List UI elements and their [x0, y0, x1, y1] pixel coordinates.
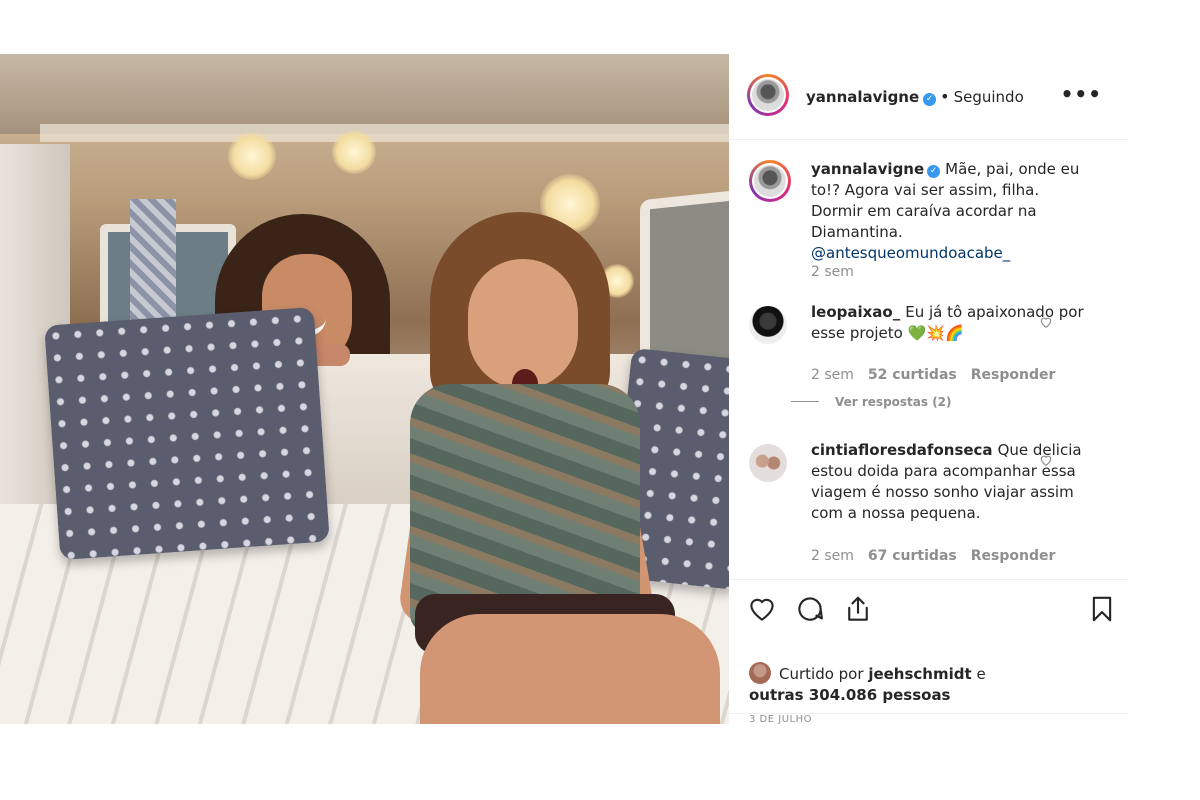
post-side-panel: yannalavigne ✓ • Seguindo ••• yannalavigne ✓… [729, 54, 1128, 725]
comment-item: cintiafloresdafonseca Que delicia estou d… [749, 440, 1089, 590]
caption-meta: 2 sem [811, 264, 868, 280]
photo-pillow-left [44, 306, 330, 561]
comment-likes[interactable]: 52 curtidas [868, 367, 957, 383]
post-header: yannalavigne ✓ • Seguindo ••• [729, 54, 1128, 140]
avatar-image [754, 165, 786, 197]
comment-like-heart-icon[interactable] [1039, 453, 1053, 467]
post-date[interactable]: 3 DE JULHO [749, 714, 812, 725]
photo-ceiling-strip [40, 124, 729, 142]
comment-time[interactable]: 2 sem [811, 548, 854, 564]
view-replies-button[interactable]: Ver respostas (2) [791, 395, 952, 409]
comment-emojis: 💚💥🌈 [907, 324, 964, 342]
follow-status-button[interactable]: Seguindo [954, 88, 1024, 106]
author-avatar[interactable] [747, 74, 789, 116]
author-username[interactable]: yannalavigne [806, 88, 919, 106]
photo-lamp [228, 132, 276, 180]
comments-list[interactable]: yannalavigne ✓ Mãe, pai, onde eu to!? Agor… [729, 140, 1128, 580]
post-actions: Curtido por jeehschmidt e outras 304.086… [729, 579, 1128, 725]
commenter-username[interactable]: cintiafloresdafonseca [811, 441, 993, 459]
liked-by-user[interactable]: jeehschmidt [868, 665, 971, 683]
reply-button[interactable]: Responder [971, 367, 1056, 383]
instagram-post: yannalavigne ✓ • Seguindo ••• yannalavigne ✓… [0, 54, 1128, 725]
more-options-icon[interactable]: ••• [1061, 82, 1102, 106]
comment-meta: 2 sem 52 curtidas Responder [811, 367, 1069, 383]
comment-time[interactable]: 2 sem [811, 367, 854, 383]
author-line: yannalavigne ✓ • Seguindo [806, 87, 1024, 106]
caption: yannalavigne ✓ Mãe, pai, onde eu to!? Agor… [749, 160, 1089, 280]
photo-lamp [332, 130, 376, 174]
post-photo[interactable] [0, 54, 729, 724]
reply-button[interactable]: Responder [971, 548, 1056, 564]
photo-child-legs [420, 614, 720, 724]
header-separator: • [940, 87, 950, 106]
commenter-avatar[interactable] [749, 306, 787, 344]
liked-by-prefix: Curtido por [779, 665, 864, 683]
avatar-image [752, 79, 784, 111]
view-replies-label: Ver respostas (2) [835, 395, 952, 409]
comment-meta: 2 sem 67 curtidas Responder [811, 548, 1069, 564]
heart-icon[interactable] [747, 594, 777, 624]
liked-by-others[interactable]: outras 304.086 pessoas [749, 686, 951, 704]
caption-text: yannalavigne ✓ Mãe, pai, onde eu to!? Agor… [811, 159, 1091, 264]
caption-mention-link[interactable]: @antesqueomundoacabe_ [811, 244, 1010, 262]
caption-username[interactable]: yannalavigne [811, 160, 924, 178]
verified-badge-icon: ✓ [923, 93, 937, 106]
photo-van-ceiling [0, 54, 729, 134]
liker-avatar[interactable] [749, 662, 771, 684]
commenter-username[interactable]: leopaixao_ [811, 303, 900, 321]
caption-time[interactable]: 2 sem [811, 264, 854, 280]
liked-by-connector: e [976, 665, 986, 683]
comment-likes[interactable]: 67 curtidas [868, 548, 957, 564]
comment-like-heart-icon[interactable] [1039, 315, 1053, 329]
bookmark-icon[interactable] [1087, 594, 1117, 624]
share-icon[interactable] [843, 594, 873, 624]
comment-icon[interactable] [795, 594, 825, 624]
liked-by: Curtido por jeehschmidt e outras 304.086… [749, 662, 986, 706]
commenter-avatar[interactable] [749, 444, 787, 482]
replies-line [791, 401, 819, 402]
panel-bottom-divider [729, 713, 1128, 714]
verified-badge-icon: ✓ [927, 165, 941, 178]
caption-author-avatar[interactable] [749, 160, 791, 202]
